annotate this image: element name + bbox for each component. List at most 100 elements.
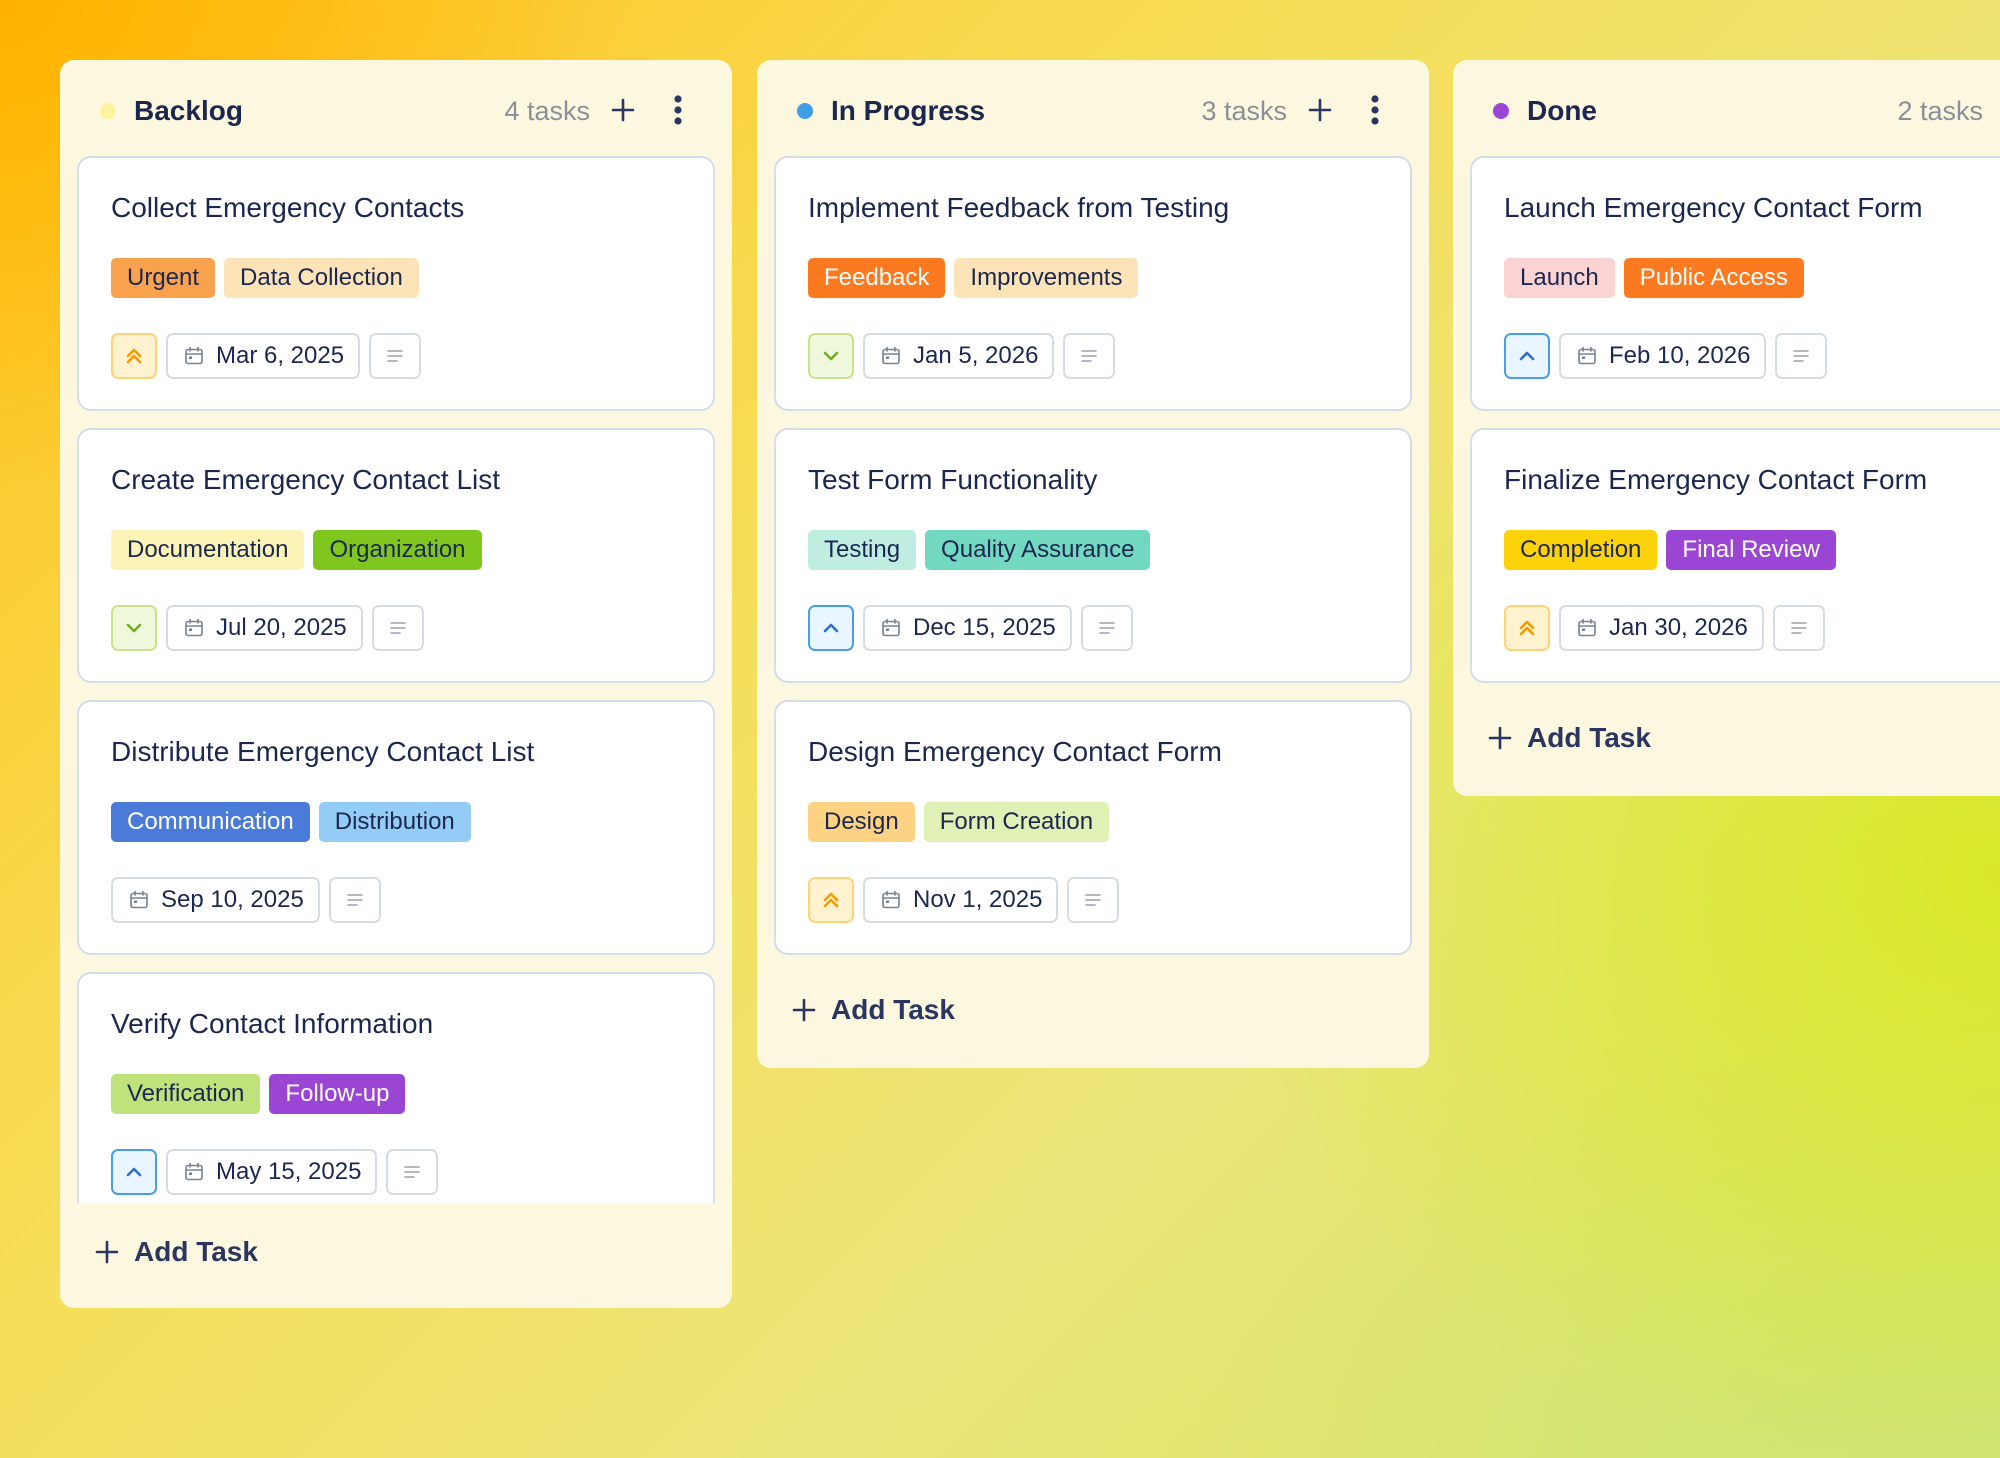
due-date-chip[interactable]: Jul 20, 2025 (166, 605, 363, 651)
column-done: Done 2 tasks Launch Emergency Contact Fo… (1453, 60, 2000, 796)
tag-badge: Urgent (111, 258, 216, 298)
tag-list: Launch Public Access (1504, 258, 1804, 298)
task-card[interactable]: Finalize Emergency Contact Form Completio… (1470, 428, 2000, 683)
add-task-button[interactable]: Add Task (1487, 716, 1651, 760)
due-date: Sep 10, 2025 (161, 886, 304, 913)
tag-list: Completion Final Review (1504, 530, 1836, 570)
task-card[interactable]: Create Emergency Contact List Documentati… (77, 428, 715, 683)
status-dot (1493, 103, 1509, 119)
plus-icon (95, 1240, 119, 1264)
task-meta: Jan 30, 2026 (1504, 605, 1825, 651)
tag-badge: Improvements (954, 258, 1139, 298)
task-title: Create Emergency Contact List (111, 464, 501, 495)
task-title: Distribute Emergency Contact List (111, 736, 535, 767)
due-date-chip[interactable]: May 15, 2025 (166, 1149, 378, 1195)
tag-badge: Distribution (318, 802, 471, 842)
chevron-down-icon[interactable] (111, 605, 157, 651)
notes-icon[interactable] (1080, 605, 1133, 651)
due-date: Nov 1, 2025 (913, 886, 1043, 913)
task-title: Implement Feedback from Testing (808, 192, 1230, 223)
notes-icon[interactable] (369, 333, 422, 379)
add-task-icon[interactable] (1996, 88, 2000, 132)
calendar-icon (184, 346, 204, 366)
column-header: Backlog 4 tasks (60, 60, 732, 156)
tag-badge: Organization (313, 530, 482, 570)
calendar-icon (1577, 618, 1597, 638)
column-title: Backlog (134, 95, 243, 126)
notes-icon[interactable] (1067, 877, 1120, 923)
notes-icon[interactable] (386, 1149, 439, 1195)
task-card[interactable]: Design Emergency Contact Form Design Form … (774, 700, 1412, 955)
task-meta: Jul 20, 2025 (111, 605, 424, 651)
kanban-board: Backlog 4 tasks Collect Emergency Contac… (60, 60, 2000, 1458)
column-in-progress: In Progress 3 tasks Implement Feedback f… (757, 60, 1429, 1068)
task-title: Test Form Functionality (808, 464, 1098, 495)
tag-badge: Form Creation (923, 802, 1110, 842)
task-card[interactable]: Implement Feedback from Testing Feedback I… (774, 156, 1412, 411)
add-task-button[interactable]: Add Task (791, 988, 955, 1032)
add-task-icon[interactable] (1300, 88, 1340, 132)
calendar-icon (184, 618, 204, 638)
chevron-down-icon[interactable] (808, 333, 854, 379)
due-date-chip[interactable]: Feb 10, 2026 (1559, 333, 1767, 379)
due-date-chip[interactable]: Jan 30, 2026 (1559, 605, 1764, 651)
chevron-up-icon[interactable] (808, 605, 854, 651)
tag-badge: Data Collection (224, 258, 419, 298)
tag-list: Design Form Creation (808, 802, 1110, 842)
due-date-chip[interactable]: Nov 1, 2025 (863, 877, 1059, 923)
task-card[interactable]: Collect Emergency Contacts Urgent Data Col… (77, 156, 715, 411)
task-meta: Nov 1, 2025 (808, 877, 1120, 923)
more-options-icon[interactable] (1360, 88, 1390, 132)
add-task-label: Add Task (134, 1236, 258, 1267)
chevron-up-icon[interactable] (111, 1149, 157, 1195)
tag-badge: Launch (1504, 258, 1615, 298)
add-task-label: Add Task (1527, 722, 1651, 753)
add-task-icon[interactable] (603, 88, 643, 132)
due-date: Jan 30, 2026 (1609, 614, 1748, 641)
notes-icon[interactable] (328, 877, 381, 923)
tag-badge: Quality Assurance (925, 530, 1151, 570)
more-options-icon[interactable] (663, 88, 693, 132)
task-card[interactable]: Launch Emergency Contact Form Launch Publi… (1470, 156, 2000, 411)
task-title: Collect Emergency Contacts (111, 192, 465, 223)
notes-icon[interactable] (1063, 333, 1116, 379)
task-card[interactable]: Distribute Emergency Contact List Communi… (77, 700, 715, 955)
task-title: Finalize Emergency Contact Form (1504, 464, 1928, 495)
status-dot (100, 103, 116, 119)
due-date: Dec 15, 2025 (913, 614, 1056, 641)
due-date-chip[interactable]: Dec 15, 2025 (863, 605, 1072, 651)
due-date-chip[interactable]: Sep 10, 2025 (111, 877, 320, 923)
due-date-chip[interactable]: Jan 5, 2026 (863, 333, 1055, 379)
calendar-icon (881, 346, 901, 366)
tag-list: Documentation Organization (111, 530, 482, 570)
tag-badge: Design (808, 802, 915, 842)
plus-icon (1488, 726, 1512, 750)
due-date: Feb 10, 2026 (1609, 342, 1751, 369)
double-chevron-up-icon[interactable] (808, 877, 854, 923)
add-task-button[interactable]: Add Task (94, 1230, 258, 1274)
notes-icon[interactable] (1775, 333, 1828, 379)
tag-list: Testing Quality Assurance (808, 530, 1151, 570)
double-chevron-up-icon[interactable] (111, 333, 157, 379)
notes-icon[interactable] (371, 605, 424, 651)
tag-badge: Verification (111, 1074, 261, 1114)
tag-badge: Completion (1504, 530, 1658, 570)
add-task-label: Add Task (831, 994, 955, 1025)
notes-icon[interactable] (1772, 605, 1825, 651)
tag-badge: Follow-up (269, 1074, 406, 1114)
task-card[interactable]: Verify Contact Information Verification Fo… (77, 972, 715, 1242)
task-card[interactable]: Test Form Functionality Testing Quality As… (774, 428, 1412, 683)
tag-list: Urgent Data Collection (111, 258, 419, 298)
double-chevron-up-icon[interactable] (1504, 605, 1550, 651)
calendar-icon (129, 890, 149, 910)
task-title: Verify Contact Information (111, 1008, 434, 1039)
chevron-up-icon[interactable] (1504, 333, 1550, 379)
due-date: May 15, 2025 (216, 1158, 362, 1185)
status-dot (797, 103, 813, 119)
due-date-chip[interactable]: Mar 6, 2025 (166, 333, 361, 379)
due-date: Jan 5, 2026 (913, 342, 1039, 369)
tag-list: Communication Distribution (111, 802, 471, 842)
task-meta: Mar 6, 2025 (111, 333, 422, 379)
task-title: Design Emergency Contact Form (808, 736, 1222, 767)
tag-badge: Communication (111, 802, 310, 842)
